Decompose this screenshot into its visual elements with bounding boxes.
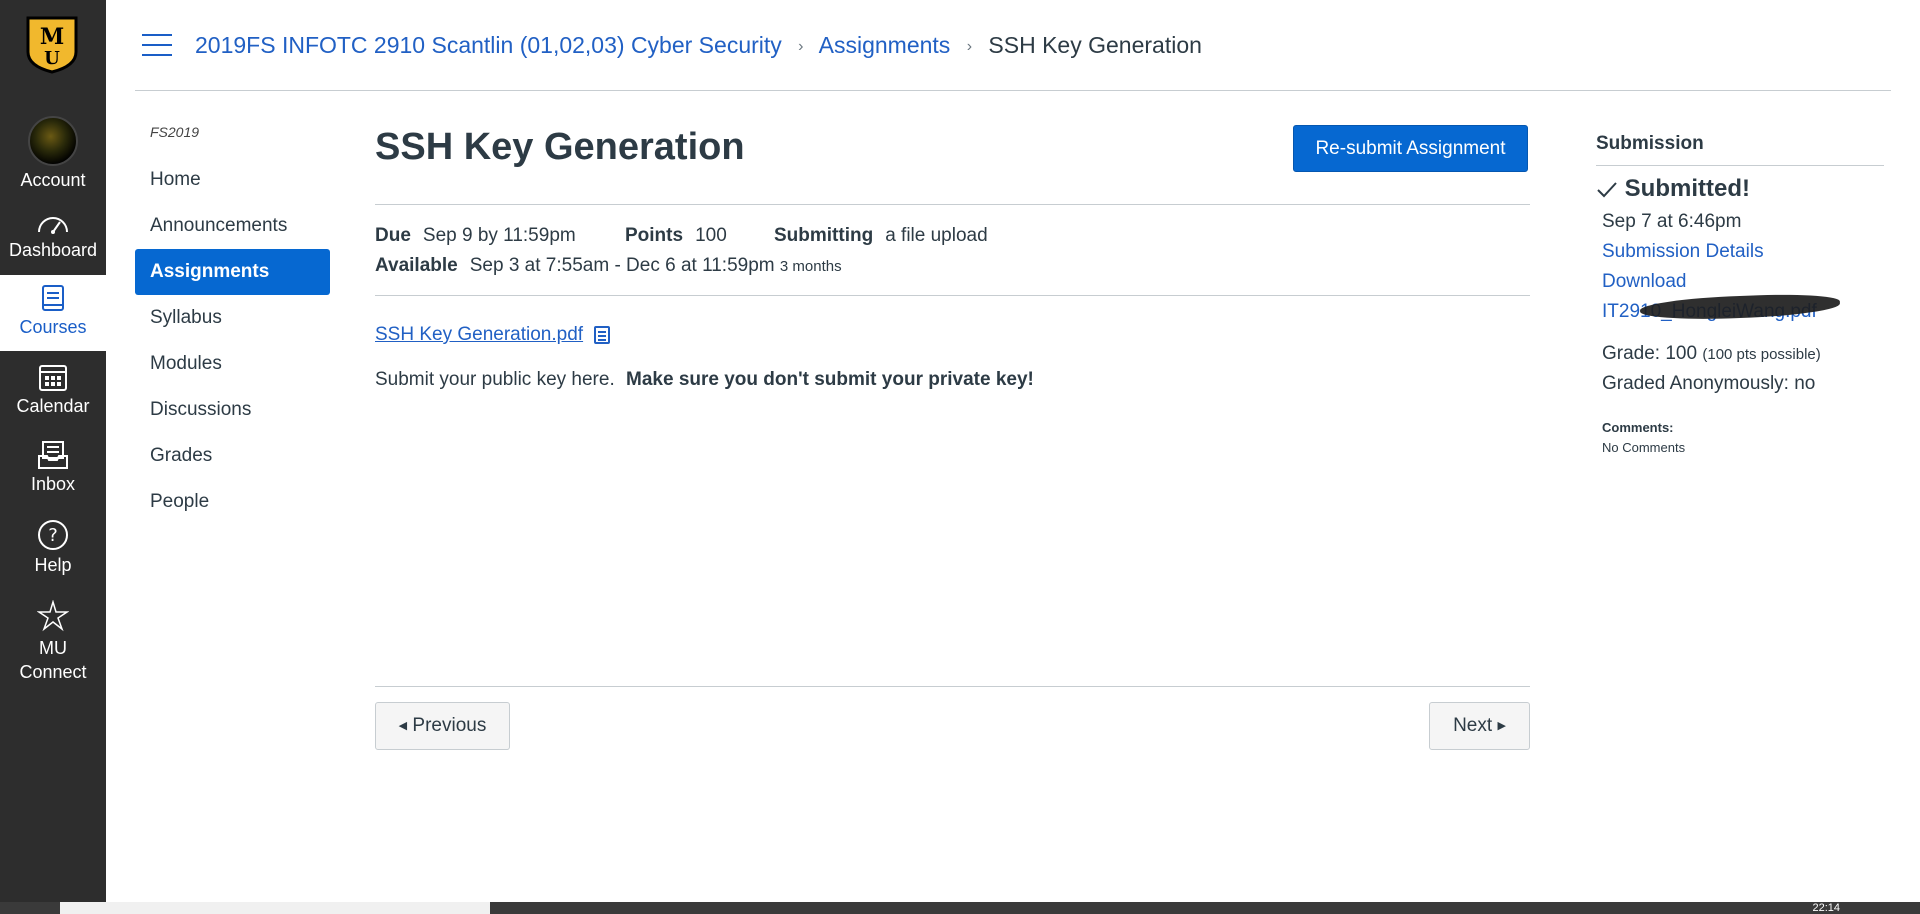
- file-preview-icon[interactable]: [594, 326, 610, 344]
- submission-status: Submitted!: [1596, 175, 1750, 203]
- header-divider: [135, 90, 1891, 91]
- taskbar-clock: 22:14: [1812, 902, 1840, 914]
- nav-mu-connect-label2: Connect: [19, 662, 87, 682]
- course-nav-modules[interactable]: Modules: [135, 341, 330, 387]
- submitting-value: a file upload: [885, 225, 988, 246]
- avatar: [28, 116, 78, 166]
- nav-courses-label: Courses: [19, 317, 87, 337]
- nav-courses[interactable]: Courses: [0, 275, 106, 351]
- assignment-description: Submit your public key here. Make sure y…: [375, 369, 1034, 391]
- help-icon: ?: [38, 520, 68, 550]
- svg-text:U: U: [44, 48, 60, 69]
- checkmark-icon: [1597, 181, 1617, 198]
- nav-dashboard-label: Dashboard: [8, 240, 98, 260]
- points-label: Points: [625, 225, 684, 246]
- course-nav-announcements[interactable]: Announcements: [135, 203, 330, 249]
- nav-calendar[interactable]: Calendar: [0, 362, 106, 417]
- course-nav-assignments[interactable]: Assignments: [135, 249, 330, 295]
- download-link[interactable]: Download: [1602, 271, 1687, 293]
- nav-mu-connect-label: MU: [39, 638, 67, 658]
- divider: [375, 295, 1530, 296]
- course-nav-people[interactable]: People: [135, 479, 330, 525]
- submission-divider: [1596, 165, 1884, 166]
- submitting-info: Submitting a file upload: [774, 225, 988, 247]
- course-nav-home[interactable]: Home: [135, 157, 330, 203]
- nav-dashboard[interactable]: Dashboard: [0, 210, 106, 261]
- points-info: Points 100: [625, 225, 727, 247]
- previous-label: Previous: [412, 715, 487, 736]
- breadcrumb-course-link[interactable]: 2019FS INFOTC 2910 Scantlin (01,02,03) C…: [195, 32, 782, 58]
- graded-anonymously: Graded Anonymously: no: [1602, 373, 1816, 394]
- divider: [375, 686, 1530, 687]
- available-info: Available Sep 3 at 7:55am - Dec 6 at 11:5…: [375, 255, 842, 277]
- mu-logo[interactable]: M U: [26, 16, 78, 74]
- nav-mu-connect[interactable]: MU Connect: [0, 600, 106, 684]
- grade-info: Grade: 100 (100 pts possible): [1602, 343, 1821, 365]
- inbox-icon: [38, 441, 68, 469]
- course-nav-discussions[interactable]: Discussions: [135, 387, 330, 433]
- due-label: Due: [375, 225, 411, 246]
- taskbar-search[interactable]: [60, 902, 490, 914]
- breadcrumb-assignments-link[interactable]: Assignments: [819, 32, 951, 58]
- grade-value: Grade: 100: [1602, 343, 1698, 364]
- breadcrumb-separator: ›: [966, 38, 973, 55]
- menu-toggle-button[interactable]: [142, 34, 172, 56]
- divider: [375, 204, 1530, 205]
- nav-account-label: Account: [20, 170, 86, 190]
- star-icon: [37, 600, 69, 632]
- due-value: Sep 9 by 11:59pm: [422, 225, 576, 246]
- available-label: Available: [375, 255, 458, 276]
- breadcrumb: 2019FS INFOTC 2910 Scantlin (01,02,03) C…: [195, 32, 1202, 59]
- calendar-icon: [39, 365, 67, 391]
- comments-value: No Comments: [1602, 440, 1686, 455]
- svg-text:?: ?: [48, 525, 58, 546]
- nav-inbox-label: Inbox: [30, 474, 76, 494]
- submission-heading: Submission: [1596, 133, 1704, 154]
- assignment-file-link[interactable]: SSH Key Generation.pdf: [375, 324, 583, 346]
- submission-details-link[interactable]: Submission Details: [1602, 241, 1764, 263]
- available-value: Sep 3 at 7:55am - Dec 6 at 11:59pm: [469, 255, 775, 276]
- available-duration: 3 months: [779, 258, 842, 275]
- nav-help-label: Help: [34, 555, 72, 575]
- nav-account[interactable]: Account: [0, 116, 106, 191]
- dashboard-icon: [38, 217, 68, 234]
- course-nav-grades[interactable]: Grades: [135, 433, 330, 479]
- submission-date: Sep 7 at 6:46pm: [1602, 211, 1742, 232]
- svg-text:M: M: [40, 24, 64, 50]
- nav-help[interactable]: ? Help: [0, 519, 106, 576]
- resubmit-assignment-button[interactable]: Re-submit Assignment: [1293, 125, 1528, 172]
- breadcrumb-separator: ›: [798, 38, 804, 55]
- term-label: FS2019: [150, 124, 200, 140]
- nav-calendar-label: Calendar: [16, 396, 90, 416]
- os-taskbar: 22:14: [0, 902, 1920, 914]
- comments-label: Comments:: [1602, 420, 1674, 435]
- description-text: Submit your public key here.: [375, 369, 615, 390]
- courses-icon: [42, 285, 64, 311]
- due-info: Due Sep 9 by 11:59pm: [375, 225, 576, 247]
- next-label: Next: [1453, 715, 1493, 736]
- caret-left-icon: ◀: [398, 720, 408, 732]
- course-nav-syllabus[interactable]: Syllabus: [135, 295, 330, 341]
- global-nav: M U Account Dashboard Courses Calendar I…: [0, 0, 106, 904]
- breadcrumb-current: SSH Key Generation: [988, 32, 1202, 58]
- description-warning: Make sure you don't submit your private …: [626, 369, 1034, 390]
- submission-status-label: Submitted!: [1624, 175, 1750, 202]
- next-button[interactable]: Next ▶: [1429, 702, 1530, 750]
- grade-possible: (100 pts possible): [1702, 346, 1821, 363]
- page-title: SSH Key Generation: [375, 126, 745, 168]
- previous-button[interactable]: ◀ Previous: [375, 702, 510, 750]
- caret-right-icon: ▶: [1497, 720, 1506, 732]
- submitting-label: Submitting: [774, 225, 874, 246]
- nav-inbox[interactable]: Inbox: [0, 440, 106, 495]
- points-value: 100: [695, 225, 727, 246]
